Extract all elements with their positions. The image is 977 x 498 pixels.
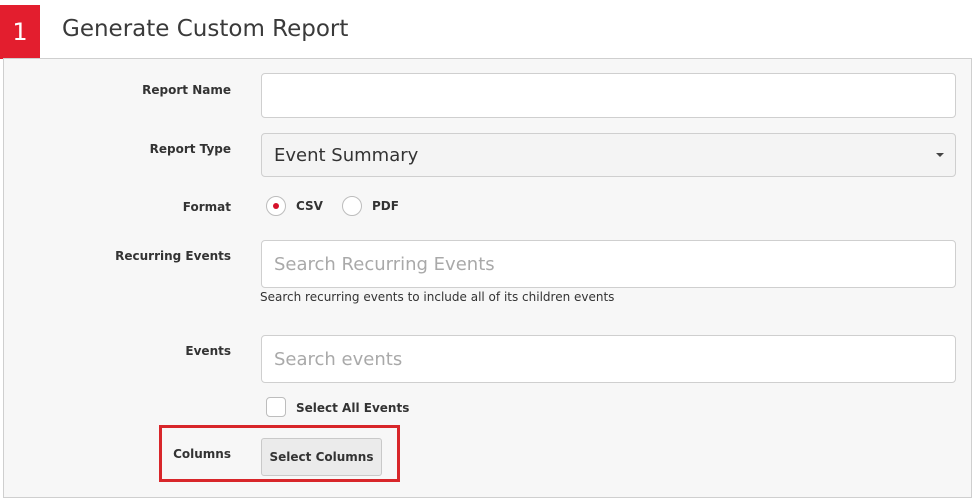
- report-type-select[interactable]: Event Summary: [261, 133, 956, 177]
- columns-label: Columns: [173, 447, 231, 461]
- format-label: Format: [182, 200, 231, 214]
- chevron-down-icon: [936, 153, 944, 157]
- report-name-label: Report Name: [142, 83, 231, 97]
- format-pdf-label[interactable]: PDF: [372, 199, 399, 213]
- recurring-events-search-input[interactable]: [261, 240, 956, 288]
- select-all-events-checkbox[interactable]: [266, 397, 286, 417]
- report-type-label: Report Type: [149, 142, 231, 156]
- step-number-badge: 1: [0, 5, 40, 59]
- report-name-input[interactable]: [261, 73, 956, 118]
- format-csv-label[interactable]: CSV: [296, 199, 323, 213]
- select-columns-button[interactable]: Select Columns: [261, 438, 382, 476]
- select-all-events-label[interactable]: Select All Events: [296, 401, 409, 415]
- report-type-selected-value: Event Summary: [274, 144, 419, 166]
- page-title: Generate Custom Report: [62, 16, 349, 42]
- recurring-events-help-text: Search recurring events to include all o…: [260, 290, 615, 304]
- events-label: Events: [185, 344, 231, 358]
- events-search-input[interactable]: [261, 335, 956, 383]
- recurring-events-label: Recurring Events: [115, 249, 231, 263]
- format-pdf-radio[interactable]: [342, 196, 362, 216]
- format-csv-radio[interactable]: [266, 196, 286, 216]
